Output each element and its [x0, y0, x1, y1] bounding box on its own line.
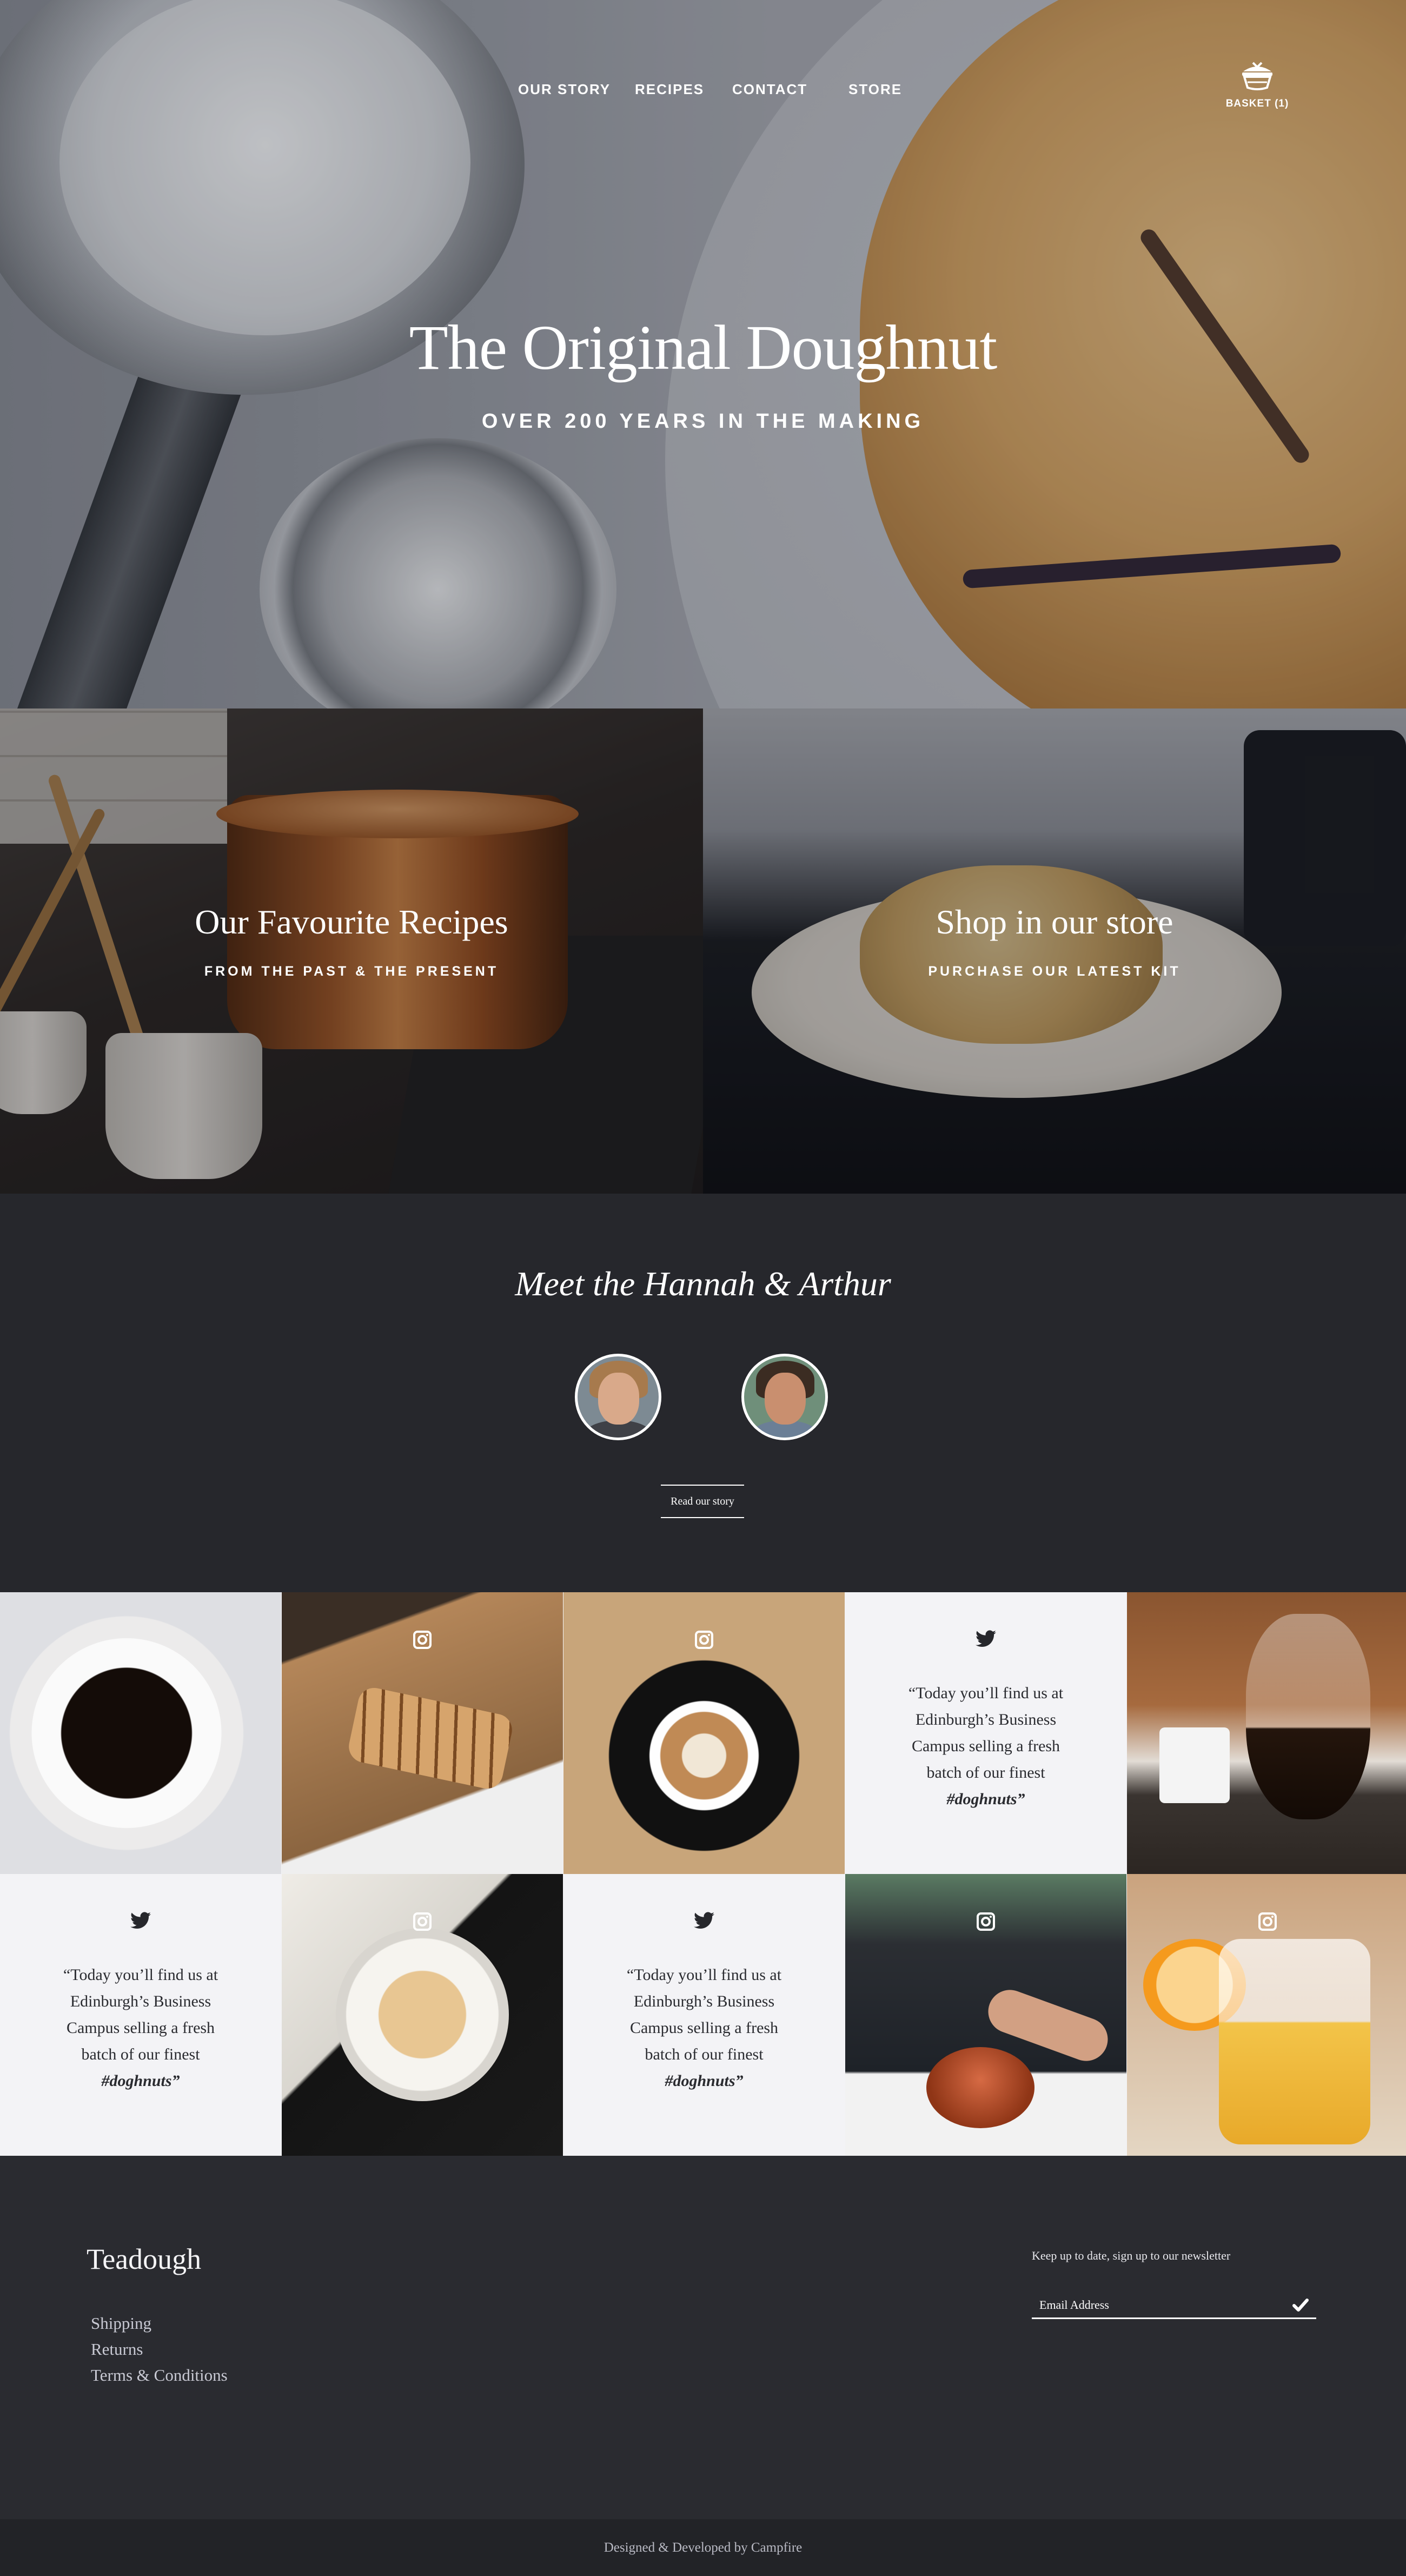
check-icon	[1292, 2298, 1309, 2312]
mug	[1159, 1727, 1230, 1803]
avatar-face	[765, 1373, 806, 1425]
tweet-text-wrap: “Today you’ll find us at Edinburgh’s Bus…	[612, 1962, 796, 2094]
instagram-post-latte[interactable]	[563, 1592, 845, 1874]
hero: OUR STORY RECIPES CONTACT STORE BASKET (…	[0, 0, 1406, 708]
tweet-text-wrap: “Today you’ll find us at Edinburgh’s Bus…	[894, 1680, 1078, 1812]
tweet-text: “Today you’ll find us at Edinburgh’s Bus…	[626, 1966, 782, 2063]
newsletter-form	[1032, 2292, 1316, 2319]
tweet-text-wrap: “Today you’ll find us at Edinburgh’s Bus…	[49, 1962, 233, 2094]
tweet-card[interactable]: “Today you’ll find us at Edinburgh’s Bus…	[845, 1592, 1126, 1874]
instagram-icon	[413, 1912, 432, 1934]
instagram-post-tea[interactable]	[845, 1874, 1126, 2156]
nav-our-story[interactable]: OUR STORY	[518, 81, 611, 98]
instagram-post-juice[interactable]	[1127, 1874, 1406, 2156]
instagram-post-coffee[interactable]	[0, 1592, 281, 1874]
tweet-icon-wrap	[845, 1630, 1126, 1647]
tweet-close-quote: ”	[171, 2072, 180, 2090]
avatar-face	[598, 1373, 639, 1425]
tweet-hashtag: #doghnuts	[101, 2072, 172, 2090]
avatar-hannah	[575, 1354, 661, 1440]
promo-recipes[interactable]: Our Favourite Recipes FROM THE PAST & TH…	[0, 708, 703, 1194]
footer: Teadough Shipping Returns Terms & Condit…	[0, 2156, 1406, 2519]
bread-slices	[346, 1685, 515, 1792]
credit-bar: Designed & Developed by Campfire	[0, 2519, 1406, 2576]
basket-label: BASKET (1)	[1225, 98, 1289, 109]
footer-brand: Teadough	[87, 2243, 202, 2275]
tweet-card[interactable]: “Today you’ll find us at Edinburgh’s Bus…	[0, 1874, 281, 2156]
instagram-post-scone[interactable]	[282, 1874, 563, 2156]
meet-section: Meet the Hannah & Arthur Read our story	[0, 1194, 1406, 1592]
tweet-text: “Today you’ll find us at Edinburgh’s Bus…	[908, 1684, 1064, 1782]
scone-bowl	[336, 1928, 509, 2101]
tweet-card[interactable]: “Today you’ll find us at Edinburgh’s Bus…	[563, 1874, 845, 2156]
basket-icon	[1240, 62, 1275, 93]
promo-store[interactable]: Shop in our store PURCHASE OUR LATEST KI…	[703, 708, 1406, 1194]
instagram-icon	[413, 1630, 432, 1652]
tweet-close-quote: ”	[1017, 1790, 1025, 1808]
tea-cup	[926, 2047, 1034, 2128]
carafe	[1246, 1614, 1370, 1819]
promo-recipes-subtitle: FROM THE PAST & THE PRESENT	[204, 964, 499, 979]
twitter-icon	[976, 1630, 996, 1647]
tweet-hashtag: #doghnuts	[665, 2072, 735, 2090]
instagram-post-bread[interactable]	[282, 1592, 563, 1874]
newsletter-submit-button[interactable]	[1291, 2297, 1310, 2314]
tweet-text: “Today you’ll find us at Edinburgh’s Bus…	[63, 1966, 218, 2063]
footer-links: Shipping Returns Terms & Conditions	[91, 2310, 228, 2388]
promo-recipes-title: Our Favourite Recipes	[195, 903, 508, 941]
tweet-tag-line: #doghnuts”	[894, 1786, 1078, 1812]
twitter-icon	[130, 1912, 151, 1929]
promo-store-subtitle: PURCHASE OUR LATEST KIT	[928, 964, 1181, 979]
promo-shade	[0, 708, 703, 1194]
email-field[interactable]	[1039, 2296, 1266, 2314]
tweet-icon-wrap	[0, 1912, 281, 1929]
juice-jar	[1219, 1939, 1370, 2144]
twitter-icon	[694, 1912, 714, 1929]
nav-store[interactable]: STORE	[848, 81, 902, 98]
tweet-tag-line: #doghnuts”	[49, 2068, 233, 2094]
newsletter-label: Keep up to date, sign up to our newslett…	[1032, 2249, 1231, 2262]
meet-title: Meet the Hannah & Arthur	[515, 1264, 891, 1303]
instagram-post-carafe[interactable]	[1127, 1592, 1406, 1874]
main-nav: OUR STORY RECIPES CONTACT STORE	[0, 81, 1406, 103]
credit-text[interactable]: Designed & Developed by Campfire	[604, 2540, 803, 2555]
tweet-icon-wrap	[563, 1912, 845, 1929]
instagram-icon	[976, 1912, 996, 1934]
hero-subtitle: OVER 200 YEARS IN THE MAKING	[481, 410, 925, 433]
tweet-hashtag: #doghnuts	[946, 1790, 1017, 1808]
basket-link[interactable]: BASKET (1)	[1214, 59, 1301, 110]
hero-title: The Original Doughnut	[409, 312, 998, 383]
instagram-icon	[694, 1630, 714, 1652]
avatar-arthur	[741, 1354, 828, 1440]
promo-shade	[703, 708, 1406, 1194]
footer-link-returns[interactable]: Returns	[91, 2336, 228, 2362]
instagram-icon	[1258, 1912, 1277, 1934]
social-grid: “Today you’ll find us at Edinburgh’s Bus…	[0, 1592, 1406, 2156]
read-story-button[interactable]: Read our story	[661, 1485, 744, 1518]
tweet-tag-line: #doghnuts”	[612, 2068, 796, 2094]
footer-link-terms[interactable]: Terms & Conditions	[91, 2362, 228, 2388]
footer-link-shipping[interactable]: Shipping	[91, 2310, 228, 2336]
promo-store-title: Shop in our store	[936, 903, 1173, 941]
nav-recipes[interactable]: RECIPES	[635, 81, 704, 98]
nav-contact[interactable]: CONTACT	[732, 81, 807, 98]
tweet-close-quote: ”	[735, 2072, 744, 2090]
